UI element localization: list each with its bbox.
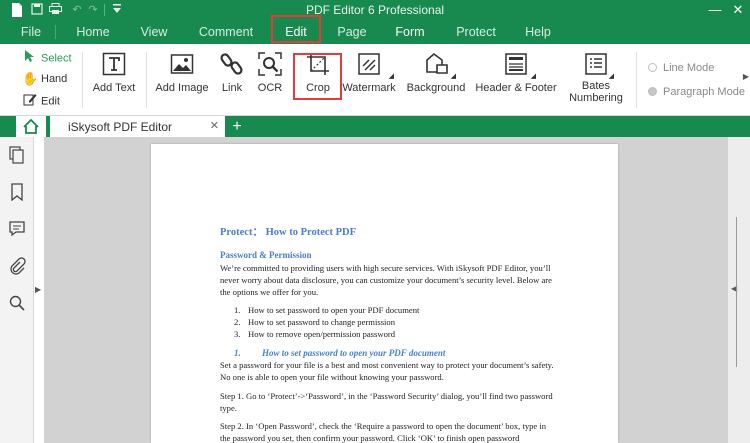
- menu-home[interactable]: Home: [66, 20, 120, 44]
- paragraph-mode-label: Paragraph Mode: [663, 86, 745, 98]
- select-tool-label: Select: [41, 52, 72, 65]
- ribbon-scroll-right-icon[interactable]: ▶: [743, 72, 749, 81]
- watermark-icon: [358, 53, 380, 75]
- paragraph-mode-radio-icon: [648, 87, 657, 96]
- minimize-icon[interactable]: —: [706, 1, 724, 19]
- add-image-label: Add Image: [155, 82, 209, 94]
- menu-protect[interactable]: Protect: [448, 20, 504, 44]
- doc-subheading: 1. How to set password to open your PDF d…: [234, 348, 446, 358]
- background-dropdown-icon[interactable]: ◢: [451, 72, 456, 80]
- title-bar: ↶ ↷ PDF Editor 6 Professional — ✕: [0, 0, 750, 20]
- edit-tool-label: Edit: [41, 95, 60, 108]
- add-text-label: Add Text: [92, 82, 136, 94]
- bates-numbering-icon: [585, 53, 607, 75]
- cursor-icon: [22, 49, 38, 68]
- line-mode-radio-icon: [648, 63, 657, 72]
- sidebar-expand-icon[interactable]: ▶: [35, 285, 41, 294]
- ocr-label: OCR: [257, 82, 283, 94]
- paragraph-mode-option[interactable]: Paragraph Mode: [648, 85, 745, 99]
- document-viewport[interactable]: Protect： How to Protect PDF Password & P…: [44, 137, 728, 443]
- vertical-scrollbar[interactable]: ◀: [728, 137, 750, 443]
- bates-dropdown-icon[interactable]: ◢: [609, 72, 614, 80]
- menu-file[interactable]: File: [8, 20, 54, 44]
- hand-tool-label: Hand: [41, 73, 68, 85]
- link-icon: [220, 53, 243, 75]
- ribbon-divider: [636, 52, 637, 108]
- list-item: 1. How to set password to open your PDF d…: [234, 305, 420, 315]
- search-icon[interactable]: [8, 294, 26, 312]
- watermark-label: Watermark: [342, 82, 396, 94]
- ocr-button[interactable]: OCR: [254, 50, 286, 110]
- thumbnails-icon[interactable]: [8, 146, 26, 164]
- document-tab[interactable]: iSkysoft PDF Editor ✕: [50, 116, 225, 137]
- doc-title: Protect： How to Protect PDF: [220, 227, 357, 238]
- menu-comment[interactable]: Comment: [192, 20, 260, 44]
- pdf-page[interactable]: Protect： How to Protect PDF Password & P…: [151, 144, 618, 443]
- watermark-dropdown-icon[interactable]: ◢: [389, 72, 394, 80]
- ribbon-divider: [146, 52, 147, 108]
- home-icon: [23, 118, 39, 134]
- header-footer-button[interactable]: ◢ Header & Footer: [474, 50, 558, 110]
- ribbon: Select ✋ Hand Edit Add Text Add Image Lin…: [0, 44, 750, 116]
- menu-page[interactable]: Page: [330, 20, 374, 44]
- add-text-button[interactable]: Add Text: [88, 50, 140, 110]
- doc-step-2: Step 2. In ‘Open Password’, check the ‘R…: [220, 421, 547, 443]
- hand-tool[interactable]: ✋ Hand: [22, 70, 67, 88]
- bates-label-line2: Numbering: [569, 92, 623, 104]
- background-icon: [426, 52, 448, 74]
- doc-paragraph: Set a password for your file is a best a…: [220, 360, 554, 382]
- add-tab-icon[interactable]: +: [228, 116, 246, 137]
- menu-view[interactable]: View: [130, 20, 178, 44]
- close-icon[interactable]: ✕: [729, 1, 747, 19]
- link-label: Link: [221, 82, 243, 94]
- bates-label-line1: Bates: [581, 80, 611, 92]
- image-icon: [170, 54, 194, 74]
- left-sidebar: [0, 137, 34, 443]
- edit-menu-highlight: [271, 15, 321, 43]
- bookmark-icon[interactable]: [8, 183, 26, 202]
- comments-icon[interactable]: [8, 220, 26, 238]
- header-footer-icon: [505, 53, 527, 75]
- attachment-icon[interactable]: [8, 257, 26, 275]
- add-image-button[interactable]: Add Image: [152, 50, 212, 110]
- background-label: Background: [406, 82, 466, 94]
- ribbon-divider: [82, 52, 83, 108]
- tab-close-icon[interactable]: ✕: [210, 119, 219, 132]
- menu-form[interactable]: Form: [388, 20, 432, 44]
- background-button[interactable]: ◢ Background: [404, 50, 468, 110]
- hand-icon: ✋: [22, 71, 39, 87]
- line-mode-label: Line Mode: [663, 62, 715, 74]
- home-tab[interactable]: [16, 116, 46, 137]
- doc-section-heading: Password & Permission: [220, 250, 312, 260]
- link-button[interactable]: Link: [216, 50, 248, 110]
- add-text-icon: [102, 52, 126, 76]
- select-tool[interactable]: Select: [22, 49, 72, 67]
- list-item: 2. How to set password to change permissi…: [234, 317, 396, 327]
- edit-tool[interactable]: Edit: [22, 92, 60, 110]
- tab-bar: iSkysoft PDF Editor ✕ +: [0, 116, 750, 137]
- header-footer-dropdown-icon[interactable]: ◢: [531, 72, 536, 80]
- crop-button-highlight: [293, 53, 342, 100]
- header-footer-label: Header & Footer: [475, 82, 557, 94]
- edit-icon: [22, 92, 38, 111]
- menu-help[interactable]: Help: [516, 20, 560, 44]
- menu-bar: File Home View Comment Edit Page Form Pr…: [0, 20, 750, 44]
- window-title: PDF Editor 6 Professional: [305, 3, 445, 17]
- ocr-icon: [258, 52, 282, 76]
- doc-step-1: Step 1. Go to ‘Protect’->‘Password’, in …: [220, 391, 553, 413]
- doc-intro-paragraph: We’re committed to providing users with …: [220, 263, 552, 297]
- line-mode-option[interactable]: Line Mode: [648, 61, 714, 75]
- document-tab-label: iSkysoft PDF Editor: [68, 120, 173, 134]
- scroll-grip[interactable]: [736, 217, 737, 367]
- watermark-button[interactable]: ◢ Watermark: [342, 50, 396, 110]
- bates-numbering-button[interactable]: ◢ Bates Numbering: [564, 50, 628, 110]
- list-item: 3. How to remove open/permission password: [234, 329, 396, 339]
- menu-divider: [55, 25, 56, 39]
